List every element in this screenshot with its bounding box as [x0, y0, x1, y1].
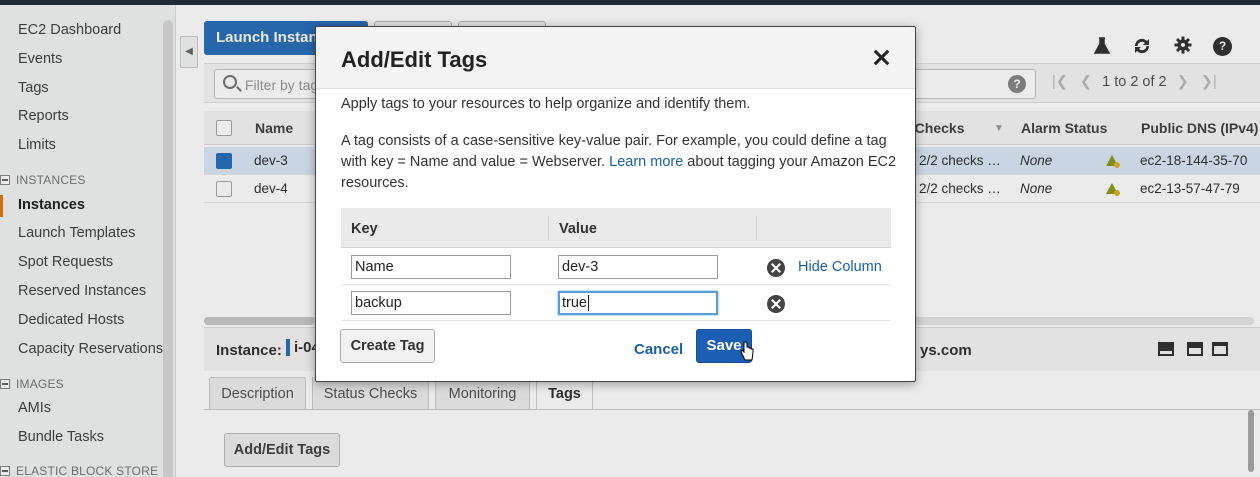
cancel-button[interactable]: Cancel: [634, 341, 683, 358]
tag-value-input[interactable]: dev-3: [558, 255, 718, 279]
remove-tag-icon[interactable]: [767, 259, 785, 277]
add-edit-tags-dialog: Add/Edit Tags Apply tags to your resourc…: [315, 26, 916, 382]
tag-value-text: true: [562, 295, 587, 311]
tag-key-input[interactable]: Name: [351, 255, 511, 279]
column-key: Key: [351, 221, 378, 237]
column-value: Value: [559, 221, 597, 237]
dialog-title: Add/Edit Tags: [341, 47, 488, 72]
remove-tag-icon[interactable]: [767, 295, 785, 313]
hand-cursor-icon: [740, 341, 754, 361]
close-icon[interactable]: [870, 47, 892, 69]
learn-more-link[interactable]: Learn more: [609, 154, 683, 170]
column-divider: [756, 216, 757, 240]
tag-row: Name dev-3 Hide Column: [341, 249, 891, 285]
tag-key-input[interactable]: backup: [351, 291, 511, 315]
create-tag-button[interactable]: Create Tag: [340, 329, 435, 363]
dialog-description: A tag consists of a case-sensitive key-v…: [341, 131, 901, 194]
hide-column-link[interactable]: Hide Column: [798, 259, 882, 275]
text-caret: [588, 295, 589, 311]
dialog-intro: Apply tags to your resources to help org…: [341, 96, 751, 112]
dialog-header: Add/Edit Tags: [316, 27, 915, 89]
tag-row: backup true: [341, 285, 891, 321]
tags-table-header: Key Value: [341, 208, 891, 248]
tag-value-input[interactable]: true: [558, 291, 718, 315]
column-divider: [548, 216, 549, 240]
